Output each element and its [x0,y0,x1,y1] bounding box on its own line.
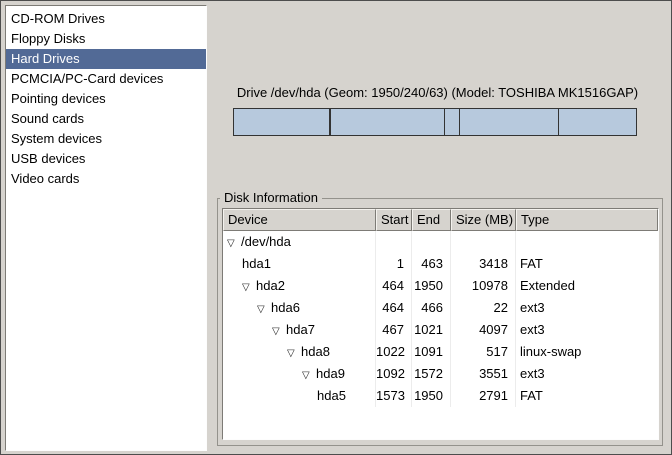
expander-icon[interactable]: ▽ [302,365,316,385]
drive-title: Drive /dev/hda (Geom: 1950/240/63) (Mode… [212,85,663,100]
start-cell: 464 [376,297,412,319]
device-label: /dev/hda [241,234,291,249]
device-label: hda6 [271,300,300,315]
sidebar-item-system-devices[interactable]: System devices [6,129,206,149]
end-cell: 1021 [412,319,451,341]
type-cell: ext3 [516,363,658,385]
size-cell: 22 [451,297,516,319]
table-row[interactable]: ▽/dev/hda [223,231,658,253]
size-cell: 2791 [451,385,516,407]
size-cell: 517 [451,341,516,363]
type-cell: ext3 [516,297,658,319]
start-cell: 1092 [376,363,412,385]
sidebar-item-usb-devices[interactable]: USB devices [6,149,206,169]
size-cell [451,231,516,253]
expander-icon[interactable]: ▽ [272,321,286,341]
sidebar-item-pointing-devices[interactable]: Pointing devices [6,89,206,109]
sidebar-item-video-cards[interactable]: Video cards [6,169,206,189]
device-cell: ▽hda7 [223,319,376,341]
partition-divider [330,109,331,135]
column-header-device[interactable]: Device [223,209,376,231]
table-row[interactable]: ▽hda7 467 1021 4097 ext3 [223,319,658,341]
start-cell: 464 [376,275,412,297]
end-cell [412,231,451,253]
expander-icon[interactable]: ▽ [227,233,241,253]
table-row[interactable]: ▽hda8 1022 1091 517 linux-swap [223,341,658,363]
end-cell: 1572 [412,363,451,385]
device-cell: hda1 [223,253,376,275]
type-cell: FAT [516,253,658,275]
device-cell: ▽hda9 [223,363,376,385]
partition-divider [444,109,445,135]
size-cell: 4097 [451,319,516,341]
disk-info-table: Device Start End Size (MB) Type ▽/dev/hd… [222,208,659,440]
device-cell: ▽hda6 [223,297,376,319]
sidebar-item-sound-cards[interactable]: Sound cards [6,109,206,129]
sidebar-item-hard-drives[interactable]: Hard Drives [6,49,206,69]
start-cell: 467 [376,319,412,341]
column-header-end[interactable]: End [412,209,451,231]
table-row[interactable]: hda5 1573 1950 2791 FAT [223,385,658,407]
device-label: hda8 [301,344,330,359]
table-row[interactable]: ▽hda9 1092 1572 3551 ext3 [223,363,658,385]
start-cell [376,231,412,253]
type-cell: FAT [516,385,658,407]
table-row[interactable]: ▽hda6 464 466 22 ext3 [223,297,658,319]
column-header-start[interactable]: Start [376,209,412,231]
device-label: hda1 [242,256,271,271]
table-row[interactable]: ▽hda2 464 1950 10978 Extended [223,275,658,297]
type-cell: linux-swap [516,341,658,363]
sidebar-item-floppy-disks[interactable]: Floppy Disks [6,29,206,49]
start-cell: 1022 [376,341,412,363]
partition-divider [558,109,559,135]
device-cell: ▽hda2 [223,275,376,297]
size-cell: 3551 [451,363,516,385]
sidebar-item-cdrom-drives[interactable]: CD-ROM Drives [6,9,206,29]
table-header-row: Device Start End Size (MB) Type [223,209,658,231]
column-header-size[interactable]: Size (MB) [451,209,516,231]
column-header-type[interactable]: Type [516,209,658,231]
expander-icon[interactable]: ▽ [257,299,271,319]
device-cell: ▽hda8 [223,341,376,363]
disk-partition-bar [233,108,637,136]
sidebar-item-pcmcia-devices[interactable]: PCMCIA/PC-Card devices [6,69,206,89]
type-cell: Extended [516,275,658,297]
hardware-browser-window: CD-ROM Drives Floppy Disks Hard Drives P… [0,0,672,455]
start-cell: 1573 [376,385,412,407]
device-label: hda5 [317,388,346,403]
start-cell: 1 [376,253,412,275]
disk-information-label: Disk Information [220,190,322,205]
end-cell: 1091 [412,341,451,363]
device-cell: hda5 [223,385,376,407]
end-cell: 466 [412,297,451,319]
end-cell: 1950 [412,275,451,297]
type-cell: ext3 [516,319,658,341]
size-cell: 3418 [451,253,516,275]
expander-icon[interactable]: ▽ [287,343,301,363]
device-label: hda2 [256,278,285,293]
device-cell: ▽/dev/hda [223,231,376,253]
device-category-list: CD-ROM Drives Floppy Disks Hard Drives P… [5,5,207,451]
device-label: hda7 [286,322,315,337]
end-cell: 463 [412,253,451,275]
device-label: hda9 [316,366,345,381]
type-cell [516,231,658,253]
partition-divider [459,109,460,135]
size-cell: 10978 [451,275,516,297]
end-cell: 1950 [412,385,451,407]
expander-icon[interactable]: ▽ [242,277,256,297]
table-row[interactable]: hda1 1 463 3418 FAT [223,253,658,275]
